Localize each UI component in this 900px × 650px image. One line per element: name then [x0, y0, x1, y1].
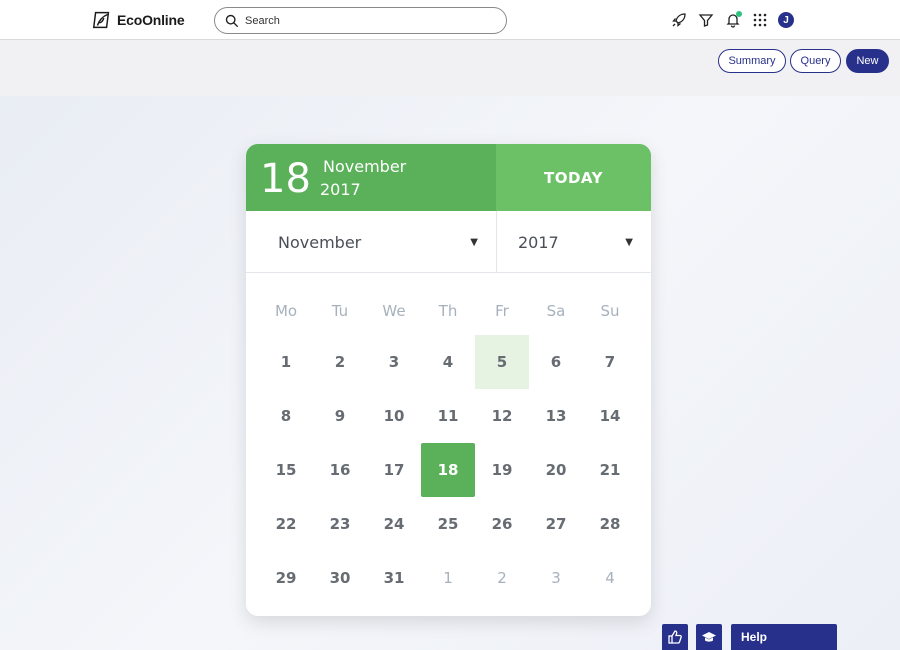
- chevron-down-icon: ▼: [470, 236, 478, 248]
- day-cell-selected[interactable]: 18: [421, 443, 475, 497]
- filter-icon[interactable]: [697, 11, 715, 29]
- day-cell-next-month[interactable]: 2: [475, 551, 529, 605]
- weekday-header: Mo Tu We Th Fr Sa Su: [259, 302, 637, 320]
- chevron-down-icon: ▼: [625, 236, 633, 248]
- day-cell[interactable]: 26: [475, 497, 529, 551]
- query-button[interactable]: Query: [790, 49, 841, 73]
- day-cell[interactable]: 29: [259, 551, 313, 605]
- day-cell[interactable]: 7: [583, 335, 637, 389]
- feedback-button[interactable]: [662, 624, 688, 650]
- selected-month: November: [323, 157, 407, 176]
- weekday-label: Fr: [495, 302, 509, 320]
- day-cell[interactable]: 24: [367, 497, 421, 551]
- selected-year: 2017: [320, 180, 361, 199]
- bell-icon[interactable]: [724, 11, 742, 29]
- action-bar: Summary Query New: [0, 40, 900, 96]
- graduation-cap-icon: [702, 632, 716, 642]
- day-cell[interactable]: 11: [421, 389, 475, 443]
- day-cell[interactable]: 21: [583, 443, 637, 497]
- user-avatar[interactable]: J: [778, 12, 794, 28]
- weekday-label: Sa: [546, 302, 566, 320]
- day-cell[interactable]: 27: [529, 497, 583, 551]
- month-select-value: November: [278, 232, 362, 252]
- thumbs-up-icon: [668, 630, 682, 644]
- day-cell[interactable]: 16: [313, 443, 367, 497]
- selected-date-display: 18 November 2017: [246, 144, 496, 211]
- weekday-label: Mo: [274, 302, 298, 320]
- day-grid: 1 2 3 4 5 6 7 8 9 10 11 12 13 14 15 16 17 18 19 20 21 22 23 24 2…: [259, 335, 637, 605]
- day-cell-next-month[interactable]: 1: [421, 551, 475, 605]
- search-box[interactable]: [214, 7, 507, 34]
- notification-dot: [736, 11, 742, 17]
- today-button[interactable]: TODAY: [496, 144, 651, 211]
- top-icon-group: J: [670, 10, 794, 30]
- month-year-selectors: November ▼ 2017 ▼: [246, 211, 651, 273]
- date-picker-header: 18 November 2017 TODAY: [246, 144, 651, 211]
- day-cell[interactable]: 23: [313, 497, 367, 551]
- year-select[interactable]: 2017 ▼: [497, 211, 651, 273]
- day-cell[interactable]: 28: [583, 497, 637, 551]
- day-cell[interactable]: 2: [313, 335, 367, 389]
- app-logo[interactable]: EcoOnline: [91, 9, 185, 31]
- rocket-icon[interactable]: [670, 11, 688, 29]
- search-icon: [225, 14, 239, 27]
- search-input[interactable]: [245, 14, 485, 27]
- app-name: EcoOnline: [117, 12, 185, 28]
- summary-button[interactable]: Summary: [718, 49, 786, 73]
- weekday-label: Th: [438, 302, 458, 320]
- date-picker: 18 November 2017 TODAY November ▼ 2017 ▼…: [246, 144, 651, 616]
- day-cell[interactable]: 1: [259, 335, 313, 389]
- year-select-value: 2017: [518, 232, 559, 252]
- day-cell-next-month[interactable]: 3: [529, 551, 583, 605]
- day-cell[interactable]: 8: [259, 389, 313, 443]
- selected-day: 18: [260, 156, 311, 202]
- day-cell[interactable]: 3: [367, 335, 421, 389]
- day-cell[interactable]: 6: [529, 335, 583, 389]
- weekday-label: Su: [600, 302, 620, 320]
- day-cell[interactable]: 10: [367, 389, 421, 443]
- ecoonline-logo-icon: [92, 11, 110, 29]
- day-cell[interactable]: 9: [313, 389, 367, 443]
- day-cell[interactable]: 31: [367, 551, 421, 605]
- new-button[interactable]: New: [846, 49, 889, 73]
- day-cell[interactable]: 30: [313, 551, 367, 605]
- top-navigation-bar: EcoOnline Search J: [0, 0, 900, 40]
- weekday-label: We: [382, 302, 406, 320]
- training-button[interactable]: [696, 624, 722, 650]
- apps-grid-icon[interactable]: [751, 11, 769, 29]
- help-button[interactable]: Help: [731, 624, 837, 650]
- month-select[interactable]: November ▼: [246, 211, 497, 273]
- day-cell[interactable]: 17: [367, 443, 421, 497]
- day-cell[interactable]: 15: [259, 443, 313, 497]
- day-cell[interactable]: 13: [529, 389, 583, 443]
- day-cell-next-month[interactable]: 4: [583, 551, 637, 605]
- day-cell[interactable]: 4: [421, 335, 475, 389]
- day-cell[interactable]: 25: [421, 497, 475, 551]
- day-cell[interactable]: 14: [583, 389, 637, 443]
- day-cell[interactable]: 5: [475, 335, 529, 389]
- day-cell[interactable]: 20: [529, 443, 583, 497]
- day-cell[interactable]: 19: [475, 443, 529, 497]
- weekday-label: Tu: [331, 302, 349, 320]
- day-cell[interactable]: 22: [259, 497, 313, 551]
- day-cell[interactable]: 12: [475, 389, 529, 443]
